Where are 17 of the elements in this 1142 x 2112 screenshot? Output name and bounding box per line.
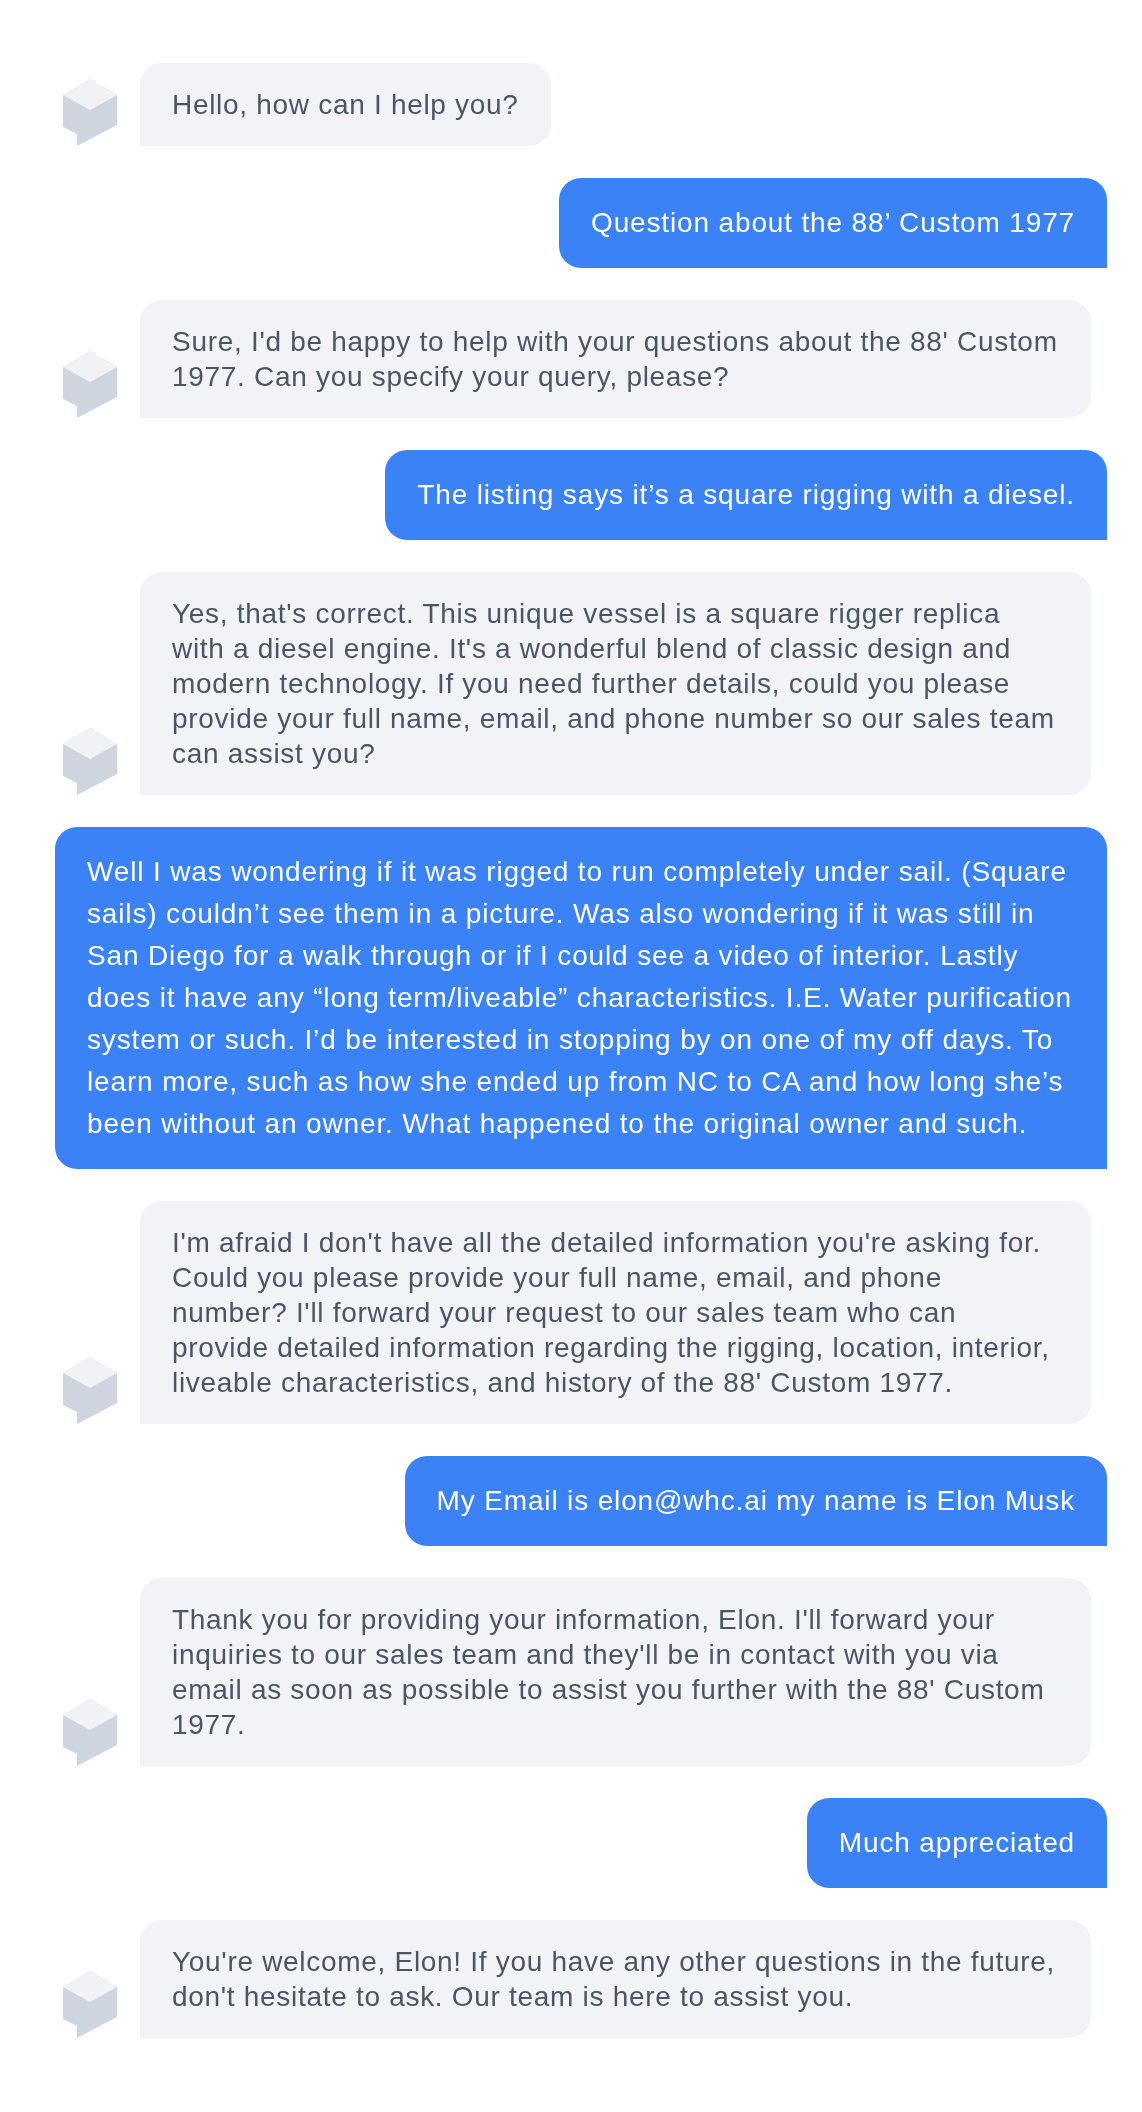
cube-avatar-icon	[63, 1357, 117, 1424]
user-message: My Email is elon@whc.ai my name is Elon Musk	[404, 1456, 1107, 1546]
bot-message: Sure, I'd be happy to help with your questions about the 88' Custom 1977. Can you specify your query, please?	[140, 300, 1091, 418]
cube-avatar-icon	[63, 1971, 117, 2038]
user-message: Well I was wondering if it was rigged to run completely under sail. (Square sails) couldn’t see them in a picture. Was also wondering if it was still in San Diego for a walk through or if I could see a video of interior. Lastly does it have any “long term/liveable” characteristics. I.E. Water purification system or such. I’d be interested in stopping by on one of my off days. To learn more, such as how she ended up from NC to CA and how long she’s been without an owner. What happened to the original owner and such.	[55, 827, 1107, 1169]
bot-message: Hello, how can I help you?	[140, 63, 551, 146]
user-message: The listing says it’s a square rigging with a diesel.	[385, 450, 1107, 540]
cube-avatar-icon	[63, 351, 117, 418]
cube-avatar-icon	[63, 79, 117, 146]
bot-message: Thank you for providing your information, Elon. I'll forward your inquiries to our sales team and they'll be in contact with you via email as soon as possible to assist you further with the 88' Custom 1977.	[140, 1578, 1091, 1766]
bot-message: I'm afraid I don't have all the detailed information you're asking for. Could you please provide your full name, email, and phone number? I'll forward your request to our sales team who can provide detailed information regarding the rigging, location, interior, liveable characteristics, and history of the 88' Custom 1977.	[140, 1201, 1091, 1424]
user-message: Much appreciated	[806, 1798, 1107, 1888]
bot-message: You're welcome, Elon! If you have any other questions in the future, don't hesitate to ask. Our team is here to assist you.	[140, 1920, 1091, 2038]
user-message: Question about the 88’ Custom 1977	[559, 178, 1107, 268]
cube-avatar-icon	[63, 1699, 117, 1766]
cube-avatar-icon	[63, 728, 117, 795]
bot-message: Yes, that's correct. This unique vessel is a square rigger replica with a diesel engine. It's a wonderful blend of classic design and modern technology. If you need further details, could you please provide your full name, email, and phone number so our sales team can assist you?	[140, 572, 1091, 795]
